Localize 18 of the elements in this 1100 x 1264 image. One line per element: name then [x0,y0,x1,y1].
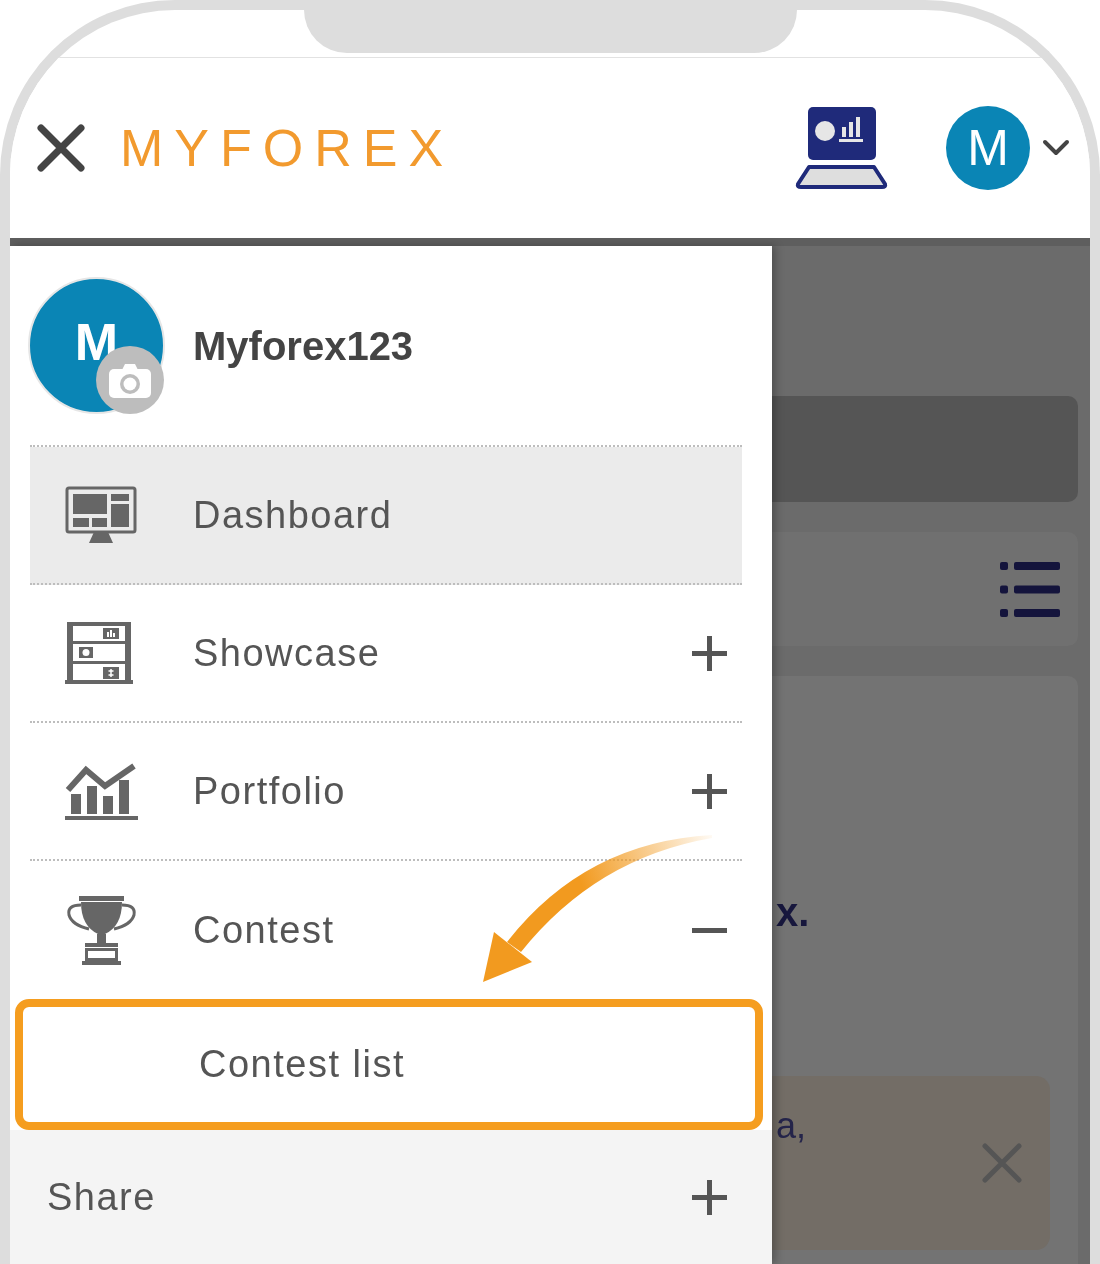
notice-text: a, [775,1108,807,1144]
username: Myforex123 [193,322,414,370]
close-icon[interactable] [37,124,85,172]
account-avatar[interactable]: M [946,106,1030,190]
plus-icon[interactable] [692,1179,727,1215]
plus-icon[interactable] [692,773,727,809]
card-text: x. [775,892,810,932]
menu-item[interactable]: Dashboard [30,447,742,585]
monitor-icon [65,486,137,544]
laptop-chart-icon[interactable] [795,107,888,189]
shelf-icon [65,622,133,684]
bar-chart-icon [65,762,138,820]
chevron-down-icon[interactable] [1042,139,1070,157]
plus-icon[interactable] [692,635,727,671]
share-item[interactable]: Share [10,1130,772,1264]
list-icon[interactable] [1000,561,1060,617]
submenu-item[interactable]: Contest list [15,999,763,1130]
trophy-icon [65,895,138,965]
